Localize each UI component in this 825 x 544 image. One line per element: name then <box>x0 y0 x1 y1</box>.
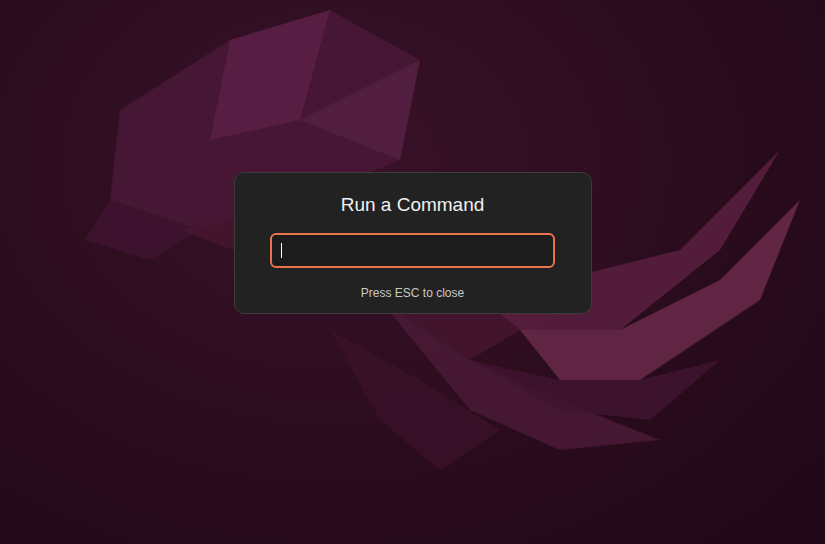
dialog-title: Run a Command <box>341 193 485 217</box>
text-caret-icon <box>281 243 282 258</box>
run-command-dialog: Run a Command Press ESC to close <box>234 172 592 314</box>
close-hint: Press ESC to close <box>361 285 464 301</box>
desktop: Run a Command Press ESC to close <box>0 0 825 544</box>
command-input[interactable] <box>270 233 555 268</box>
